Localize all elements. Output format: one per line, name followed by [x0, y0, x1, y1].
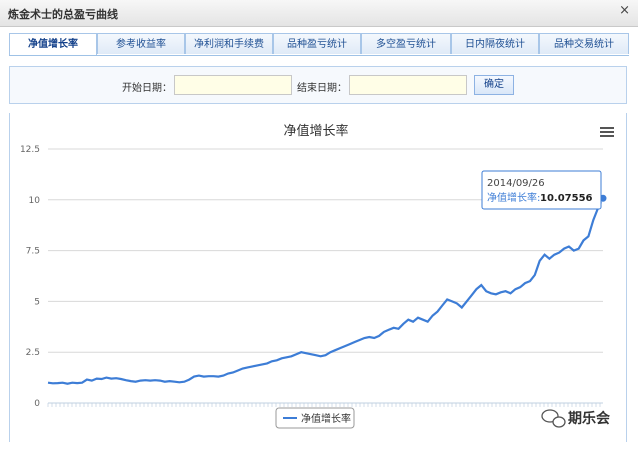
y-tick-label: 2.5	[26, 348, 40, 358]
window-title: 炼金术士的总盈亏曲线	[8, 8, 118, 21]
confirm-button[interactable]: 确定	[474, 75, 514, 95]
tab-bar: 净值增长率 参考收益率 净利润和手续费 品种盈亏统计 多空盈亏统计 日内隔夜统计…	[9, 33, 629, 56]
tooltip-label: 净值增长率:	[487, 191, 540, 204]
tab-symbol-pnl[interactable]: 品种盈亏统计	[273, 33, 361, 54]
y-tick-label: 12.5	[20, 145, 40, 155]
series-line	[47, 197, 604, 385]
start-date-label: 开始日期：	[122, 83, 172, 94]
wechat-logo-icon	[541, 409, 566, 428]
y-tick-label: 5	[34, 297, 40, 307]
chart-panel: 净值增长率 0 2.5 5 7.5 10 12.5 2014/09/26 净值增长率: 1…	[9, 113, 627, 442]
tooltip: 2014/09/26 净值增长率: 10.07556	[481, 170, 602, 210]
watermark-text: 期乐会	[568, 410, 611, 427]
legend-label: 净值增长率	[301, 412, 351, 425]
end-date-input[interactable]	[349, 75, 467, 95]
chart-title: 净值增长率	[283, 123, 348, 139]
y-tick-label: 10	[29, 196, 41, 206]
tab-net-growth[interactable]: 净值增长率	[9, 33, 97, 55]
y-tick-label: 0	[34, 399, 40, 409]
y-tick-label: 7.5	[26, 247, 40, 257]
tab-reference-return[interactable]: 参考收益率	[97, 33, 185, 54]
tooltip-date: 2014/09/26	[487, 178, 545, 189]
tab-long-short-pnl[interactable]: 多空盈亏统计	[361, 33, 451, 54]
end-date-label: 结束日期：	[297, 83, 347, 94]
start-date-input[interactable]	[174, 75, 292, 95]
tooltip-value: 10.07556	[540, 193, 593, 204]
tab-profit-fee[interactable]: 净利润和手续费	[185, 33, 273, 54]
tab-intraday-overnight[interactable]: 日内隔夜统计	[451, 33, 539, 54]
watermark: 期乐会	[541, 409, 611, 428]
date-filter-panel: 开始日期： 结束日期： 确定	[9, 66, 627, 104]
tab-symbol-trades[interactable]: 品种交易统计	[539, 33, 629, 54]
close-icon[interactable]: ×	[619, 3, 630, 18]
y-axis-ticks: 0 2.5 5 7.5 10 12.5	[20, 145, 40, 409]
legend-item[interactable]: 净值增长率	[275, 407, 355, 429]
window-titlebar: 炼金术士的总盈亏曲线 ×	[0, 0, 638, 27]
net-growth-chart: 净值增长率 0 2.5 5 7.5 10 12.5 2014/09/26 净值增长率: 1…	[20, 123, 614, 429]
x-axis-minor-ticks	[47, 403, 601, 407]
hamburger-menu-icon[interactable]	[600, 127, 614, 137]
